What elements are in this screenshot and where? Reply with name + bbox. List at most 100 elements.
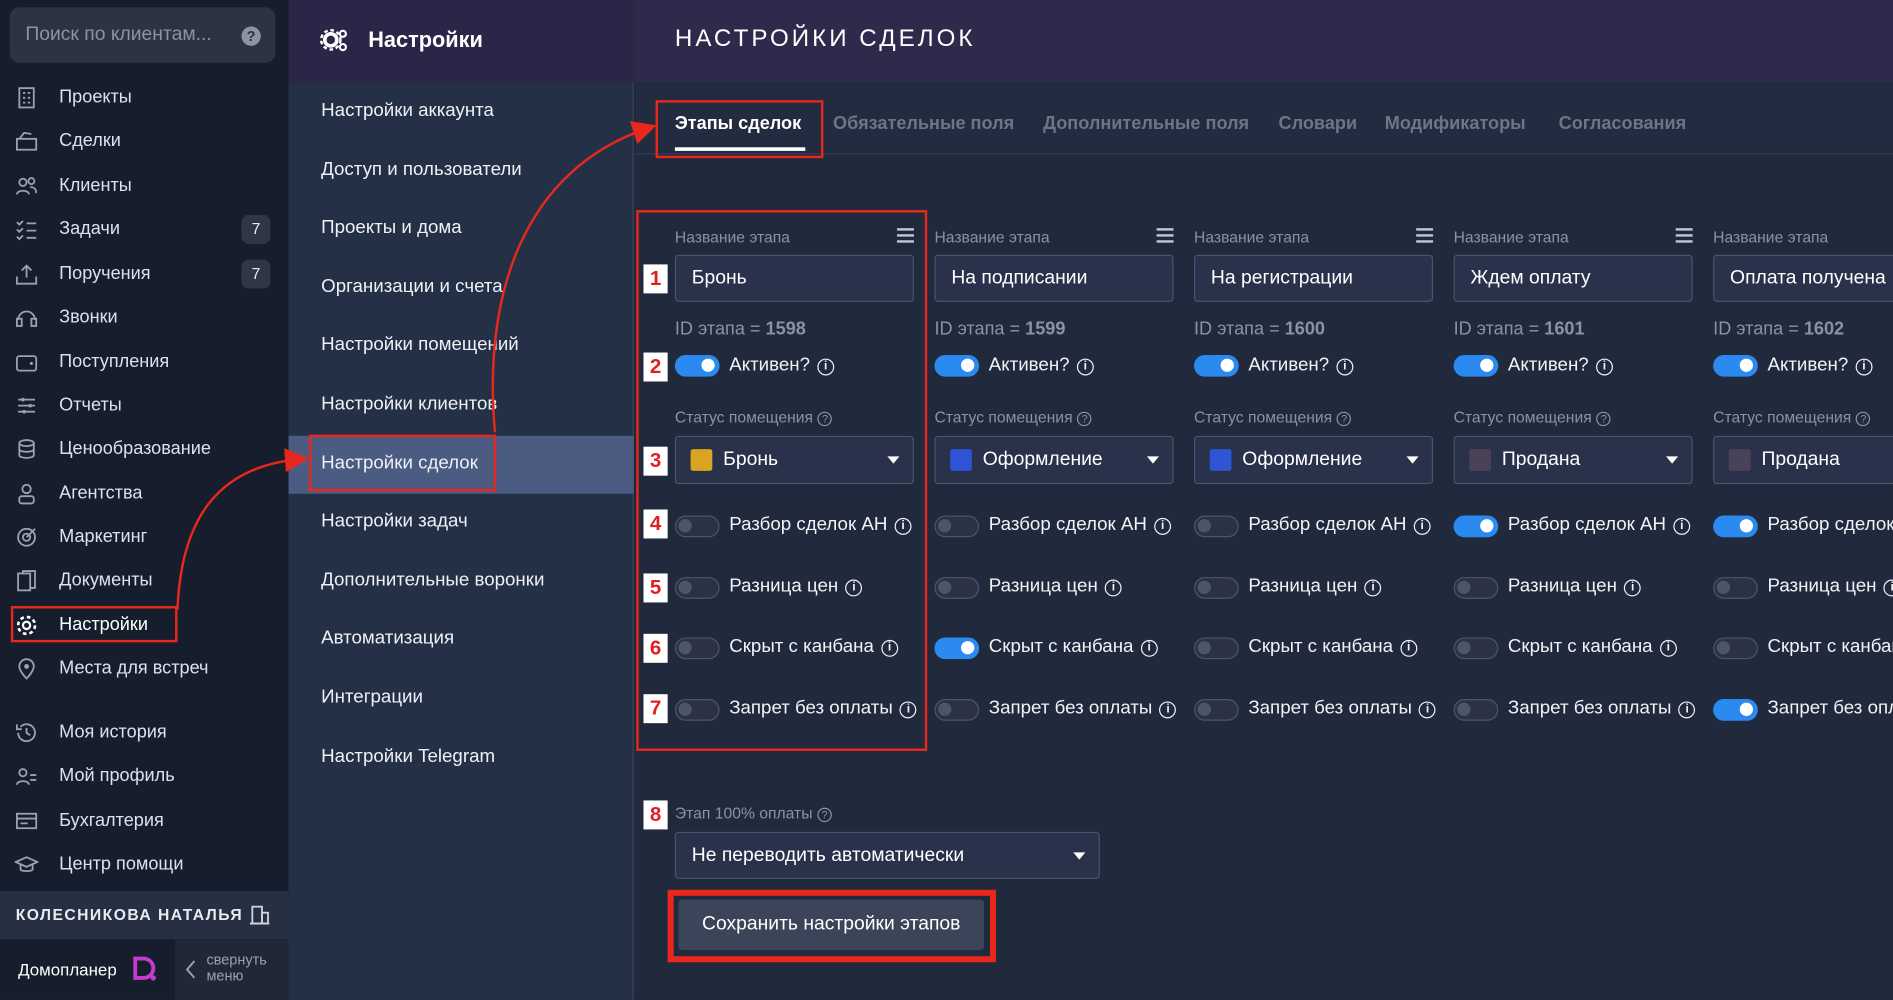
price-diff-toggle[interactable]: [1194, 577, 1239, 599]
info-icon[interactable]: i: [1105, 579, 1122, 597]
sidebar-item[interactable]: Проекты: [0, 80, 289, 116]
settings-menu-item[interactable]: Дополнительные воронки: [289, 553, 634, 611]
sidebar-item[interactable]: Поступления: [0, 344, 289, 380]
tab-dictionaries[interactable]: Словари: [1279, 113, 1358, 134]
price-diff-toggle[interactable]: [1453, 577, 1499, 599]
settings-menu-item[interactable]: Проекты и дома: [289, 201, 634, 259]
question-icon[interactable]: ?: [1077, 411, 1092, 427]
sidebar-item[interactable]: Места для встреч: [0, 651, 289, 687]
sidebar-item[interactable]: Бухгалтерия: [0, 803, 289, 839]
tab-required-fields[interactable]: Обязательные поля: [833, 113, 1014, 134]
sidebar-item[interactable]: Ценообразование: [0, 431, 289, 467]
info-icon[interactable]: i: [1883, 579, 1893, 597]
stage-name-input[interactable]: [1713, 254, 1893, 302]
question-icon[interactable]: ?: [1596, 411, 1612, 427]
accounting-icon: [15, 812, 38, 830]
help-icon[interactable]: ?: [241, 26, 261, 46]
active-toggle[interactable]: [934, 354, 980, 377]
info-icon[interactable]: i: [1673, 517, 1691, 535]
toggle-label-text: Скрыт с канбана: [988, 636, 1134, 657]
info-icon[interactable]: i: [1076, 358, 1094, 376]
price-diff-toggle[interactable]: [934, 577, 980, 599]
stage-name-input[interactable]: [1194, 254, 1434, 302]
sidebar-item[interactable]: Центр помощи: [0, 846, 289, 882]
info-icon[interactable]: i: [1154, 517, 1172, 535]
stage-name-input[interactable]: [934, 254, 1174, 302]
hidden-toggle[interactable]: [1713, 637, 1758, 660]
info-icon[interactable]: i: [1413, 517, 1431, 535]
hidden-toggle[interactable]: [934, 637, 980, 660]
deal-review-toggle[interactable]: [1453, 515, 1499, 538]
tasks-icon: [16, 220, 37, 241]
sidebar-item[interactable]: Документы: [0, 563, 289, 599]
info-icon[interactable]: i: [1659, 639, 1677, 657]
active-toggle[interactable]: [1194, 354, 1239, 377]
ban-toggle[interactable]: [1194, 699, 1239, 721]
toggle-label-text: Скрыт с канбана: [1767, 636, 1893, 657]
info-icon[interactable]: i: [1400, 639, 1418, 657]
drag-handle-icon[interactable]: [1156, 228, 1174, 243]
sidebar-item[interactable]: Поручения 7: [0, 256, 289, 292]
info-icon[interactable]: i: [1336, 358, 1354, 376]
tab-additional-fields[interactable]: Дополнительные поля: [1043, 113, 1249, 134]
sidebar-item-label: Поручения: [59, 263, 151, 284]
room-status-select[interactable]: Оформление: [934, 435, 1174, 485]
info-icon[interactable]: i: [1855, 358, 1873, 376]
collapse-menu-button[interactable]: свернуть меню: [175, 939, 289, 1000]
dropdown-arrow-icon: [1406, 456, 1419, 464]
hidden-toggle[interactable]: [1453, 637, 1499, 660]
ban-toggle[interactable]: [1713, 699, 1758, 721]
stage-name-input[interactable]: [1453, 254, 1693, 302]
info-icon[interactable]: i: [1140, 639, 1158, 657]
settings-menu-item[interactable]: Настройки Telegram: [289, 729, 634, 787]
question-icon[interactable]: ?: [1336, 411, 1352, 427]
deal-review-toggle[interactable]: [934, 515, 980, 538]
deal-review-toggle[interactable]: [1194, 515, 1239, 538]
deal-review-toggle[interactable]: [1713, 515, 1758, 538]
info-icon[interactable]: i: [1595, 358, 1613, 376]
sidebar-item[interactable]: Моя история: [0, 715, 289, 751]
sidebar-item[interactable]: Отчеты: [0, 388, 289, 424]
hidden-toggle[interactable]: [1194, 637, 1239, 660]
sidebar-item[interactable]: Агентства: [0, 476, 289, 512]
sidebar-item[interactable]: Звонки: [0, 299, 289, 335]
stage-id-prefix: ID этапа =: [1194, 318, 1285, 340]
info-icon[interactable]: i: [1624, 579, 1642, 597]
info-icon[interactable]: i: [1364, 579, 1382, 597]
coins-icon: [18, 439, 35, 459]
active-toggle[interactable]: [1713, 354, 1758, 377]
question-icon[interactable]: ?: [1856, 411, 1871, 427]
settings-menu-item[interactable]: Настройки клиентов: [289, 377, 634, 435]
building-switch-icon[interactable]: [249, 904, 271, 926]
active-toggle[interactable]: [1453, 354, 1499, 377]
info-icon[interactable]: i: [1419, 701, 1437, 719]
ban-toggle[interactable]: [934, 699, 980, 721]
settings-menu-item[interactable]: Автоматизация: [289, 611, 634, 669]
room-status-select[interactable]: Продана: [1453, 435, 1693, 485]
settings-menu-item[interactable]: Доступ и пользователи: [289, 142, 634, 200]
tab-approvals[interactable]: Согласования: [1559, 113, 1687, 134]
user-bar[interactable]: КОЛЕСНИКОВА НАТАЛЬЯ: [0, 890, 289, 940]
sidebar-item[interactable]: Клиенты: [0, 168, 289, 204]
room-status-select[interactable]: Продана: [1713, 435, 1893, 485]
sidebar-item[interactable]: Маркетинг: [0, 519, 289, 555]
ban-toggle[interactable]: [1453, 699, 1499, 721]
price-diff-toggle[interactable]: [1713, 577, 1758, 599]
settings-menu-item[interactable]: Интеграции: [289, 670, 634, 728]
tab-modifiers[interactable]: Модификаторы: [1385, 113, 1526, 134]
search-input[interactable]: [9, 7, 234, 63]
settings-menu-item[interactable]: Настройки аккаунта: [289, 83, 634, 141]
info-icon[interactable]: i: [1678, 701, 1696, 719]
full-payment-stage-select[interactable]: Не переводить автоматически: [674, 831, 1100, 879]
room-status-select[interactable]: Оформление: [1194, 435, 1434, 485]
drag-handle-icon[interactable]: [1416, 228, 1434, 243]
sidebar-item[interactable]: Задачи 7: [0, 211, 289, 247]
info-icon[interactable]: i: [1159, 701, 1177, 719]
settings-menu-item[interactable]: Организации и счета: [289, 259, 634, 317]
settings-menu-item[interactable]: Настройки помещений: [289, 318, 634, 376]
settings-menu-item[interactable]: Настройки задач: [289, 494, 634, 552]
sidebar-item[interactable]: Мой профиль: [0, 758, 289, 794]
drag-handle-icon[interactable]: [1675, 228, 1693, 243]
question-icon[interactable]: ?: [817, 807, 832, 823]
sidebar-item[interactable]: Сделки: [0, 123, 289, 159]
